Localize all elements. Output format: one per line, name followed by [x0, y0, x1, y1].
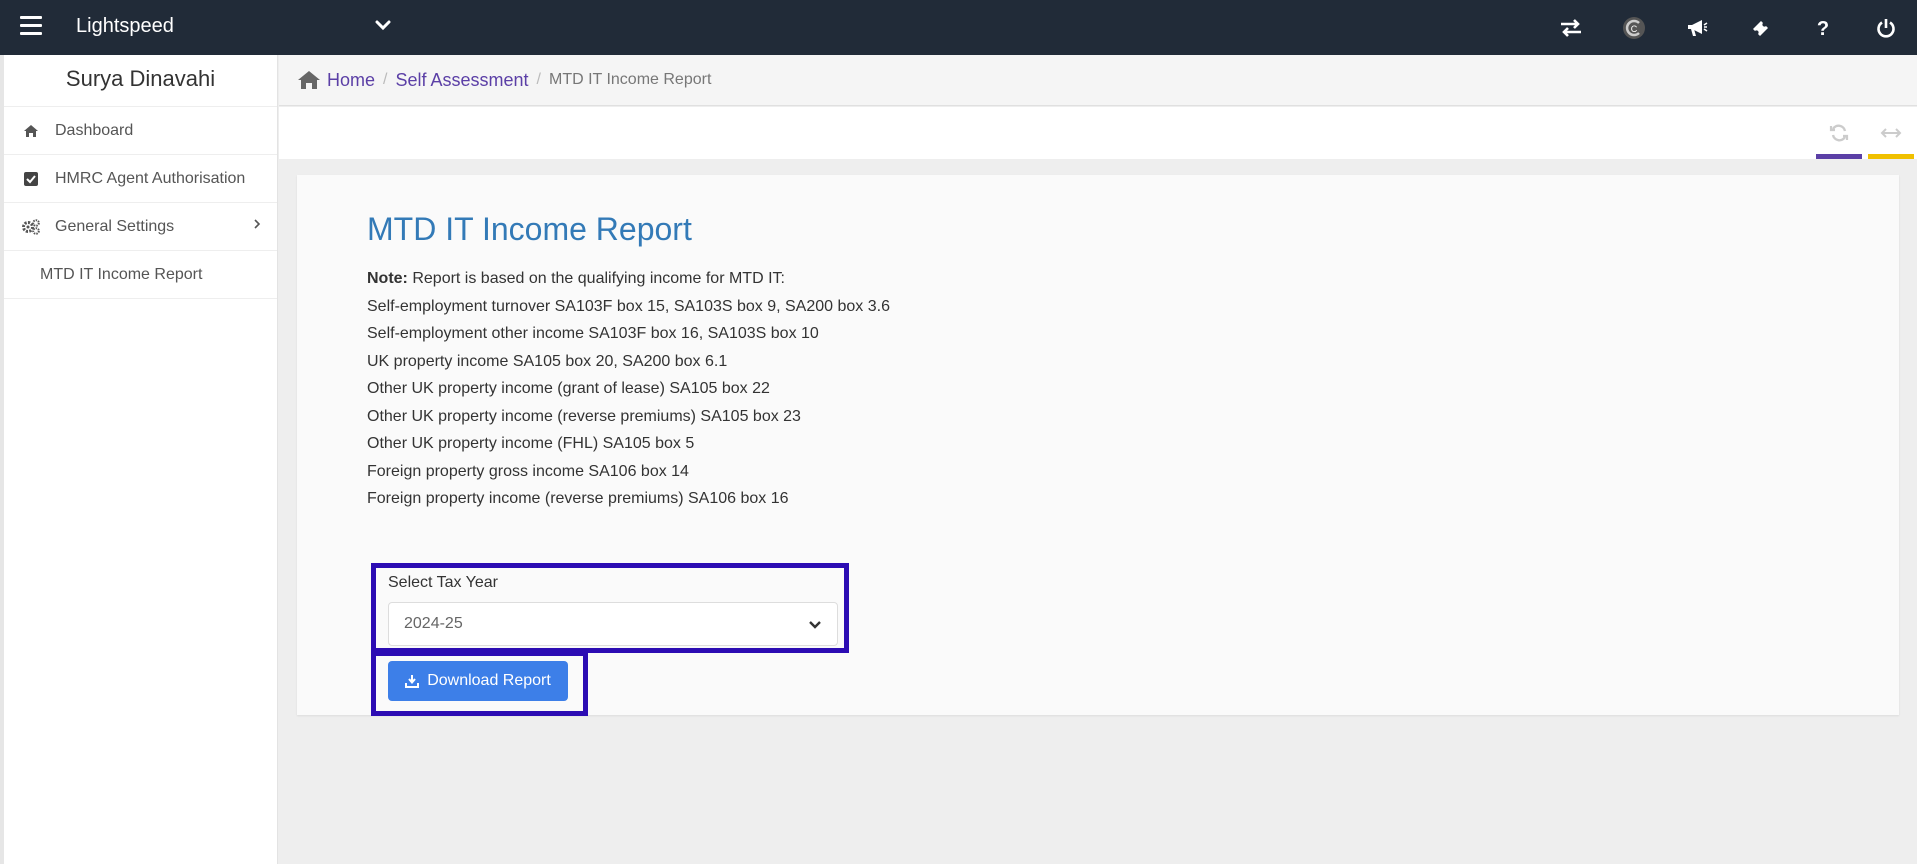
- breadcrumb: Home / Self Assessment / MTD IT Income R…: [279, 55, 1917, 106]
- tax-year-select[interactable]: 2024-25: [388, 602, 838, 646]
- note-text: Report is based on the qualifying income…: [407, 270, 785, 287]
- download-highlight: Download Report: [371, 651, 588, 716]
- chevron-down-icon: [807, 616, 823, 632]
- sidebar-item-label: Dashboard: [55, 121, 134, 139]
- income-line: Foreign property gross income SA106 box …: [367, 462, 689, 480]
- refresh-icon: [1829, 124, 1849, 142]
- income-line: Other UK property income (reverse premiu…: [367, 407, 801, 425]
- breadcrumb-separator: /: [536, 71, 541, 88]
- chevron-right-icon: [253, 217, 261, 235]
- breadcrumb-separator: /: [383, 71, 388, 88]
- gears-icon: [22, 218, 40, 236]
- megaphone-icon[interactable]: [1665, 0, 1728, 55]
- income-line: Other UK property income (grant of lease…: [367, 380, 770, 397]
- tax-year-label: Select Tax Year: [388, 574, 499, 591]
- sidebar-item-hmrc-agent-authorisation[interactable]: HMRC Agent Authorisation: [4, 155, 277, 203]
- chevron-down-icon[interactable]: [372, 14, 394, 36]
- c-logo-icon[interactable]: C: [1602, 0, 1665, 55]
- download-report-button[interactable]: Download Report: [388, 661, 568, 701]
- expand-indicator-bar: [1868, 154, 1914, 159]
- sidebar-item-label: MTD IT Income Report: [40, 265, 203, 283]
- help-icon[interactable]: ?: [1791, 0, 1854, 55]
- refresh-indicator-bar: [1816, 154, 1862, 159]
- expand-horizontal-icon: [1880, 128, 1902, 138]
- breadcrumb-self-assessment[interactable]: Self Assessment: [395, 70, 528, 91]
- sidebar-item-label: General Settings: [55, 217, 175, 235]
- menu-icon[interactable]: [20, 16, 42, 36]
- page-toolbar: [279, 107, 1917, 159]
- ticket-icon[interactable]: [1728, 0, 1791, 55]
- sidebar-item-dashboard[interactable]: Dashboard: [4, 107, 277, 155]
- top-navbar: Lightspeed C ?: [0, 0, 1917, 55]
- download-icon: [405, 675, 420, 688]
- download-report-label: Download Report: [427, 672, 551, 689]
- sidebar-item-label: HMRC Agent Authorisation: [55, 169, 246, 187]
- page-title: MTD IT Income Report: [367, 211, 692, 247]
- svg-text:C: C: [1630, 24, 1637, 34]
- power-icon[interactable]: [1854, 0, 1917, 55]
- note-line: Note: Report is based on the qualifying …: [367, 265, 890, 293]
- breadcrumb-home[interactable]: Home: [327, 70, 375, 91]
- swap-icon[interactable]: [1539, 0, 1602, 55]
- income-line: Other UK property income (FHL) SA105 box…: [367, 435, 695, 452]
- report-panel: MTD IT Income Report Note: Report is bas…: [297, 175, 1899, 716]
- breadcrumb-current: MTD IT Income Report: [548, 71, 712, 88]
- home-icon: [22, 122, 40, 140]
- svg-text:?: ?: [1816, 18, 1828, 38]
- home-icon[interactable]: [297, 69, 327, 91]
- checkbox-icon: [22, 170, 40, 188]
- note-label: Note:: [367, 270, 408, 287]
- income-line: Foreign property income (reverse premium…: [367, 490, 789, 507]
- report-notes: Note: Report is based on the qualifying …: [367, 265, 890, 513]
- sidebar-item-general-settings[interactable]: General Settings: [4, 203, 277, 251]
- app-title: Lightspeed: [76, 15, 174, 37]
- tax-year-value: 2024-25: [404, 615, 463, 632]
- income-line: Self-employment turnover SA103F box 15, …: [367, 297, 890, 315]
- expand-button[interactable]: [1868, 107, 1914, 159]
- income-line: Self-employment other income SA103F box …: [367, 325, 819, 342]
- tax-year-highlight: Select Tax Year 2024-25: [371, 563, 849, 653]
- sidebar: Surya Dinavahi Dashboard HMRC Agent Auth…: [0, 55, 278, 864]
- sidebar-item-mtd-it-income-report[interactable]: MTD IT Income Report: [4, 251, 277, 299]
- user-name: Surya Dinavahi: [4, 55, 277, 107]
- refresh-button[interactable]: [1816, 107, 1862, 159]
- income-line: UK property income SA105 box 20, SA200 b…: [367, 352, 728, 370]
